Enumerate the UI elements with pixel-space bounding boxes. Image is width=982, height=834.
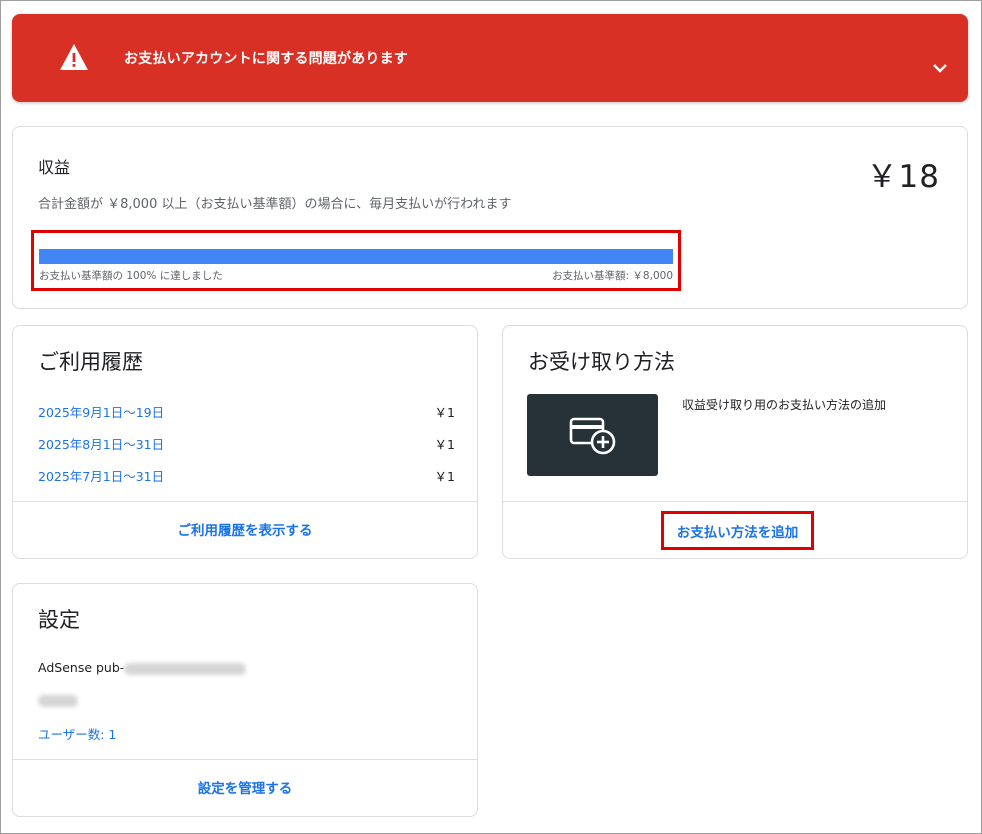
history-period-link[interactable]: 2025年9月1日〜19日 [38, 402, 164, 421]
card-divider [13, 759, 477, 760]
add-card-icon [569, 417, 615, 455]
usage-history-card: ご利用履歴 2025年9月1日〜19日 ￥1 2025年8月1日〜31日 ￥1 … [12, 325, 478, 559]
redacted-block [38, 694, 78, 707]
history-amount: ￥1 [434, 469, 455, 484]
manage-settings-link[interactable]: 設定を管理する [13, 777, 477, 797]
payment-method-card: お受け取り方法 収益受け取り用のお支払い方法の追加 お支払い方法を追加 [502, 325, 968, 559]
payment-account-alert[interactable]: お支払いアカウントに関する問題があります [12, 14, 968, 102]
history-period-link[interactable]: 2025年8月1日〜31日 [38, 434, 164, 453]
user-count-link[interactable]: ユーザー数: 1 [38, 727, 116, 742]
view-history-link[interactable]: ご利用履歴を表示する [13, 519, 477, 539]
card-divider [13, 501, 477, 502]
card-divider [503, 501, 967, 502]
publisher-id-prefix: AdSense pub- [38, 660, 125, 675]
progress-track [39, 249, 673, 264]
earnings-subtitle: 合計金額が ￥8,000 以上（お支払い基準額）の場合に、毎月支払いが行われます [38, 197, 512, 212]
chevron-down-icon[interactable] [930, 62, 950, 76]
add-payment-tile[interactable] [527, 394, 658, 476]
earnings-amount: ￥18 [866, 159, 940, 195]
progress-fill [39, 249, 673, 264]
user-count: ユーザー数: 1 [38, 724, 116, 743]
history-row: 2025年9月1日〜19日 ￥1 [38, 402, 455, 420]
history-row: 2025年7月1日〜31日 ￥1 [38, 466, 455, 484]
history-amount: ￥1 [434, 405, 455, 420]
settings-title: 設定 [38, 608, 80, 632]
earnings-title: 収益 [38, 158, 71, 177]
earnings-card: 収益 ￥18 合計金額が ￥8,000 以上（お支払い基準額）の場合に、毎月支払… [12, 126, 968, 309]
payment-description: 収益受け取り用のお支払い方法の追加 [682, 398, 887, 412]
history-title: ご利用履歴 [38, 350, 143, 374]
threshold-label: お支払い基準額: ￥8,000 [552, 270, 673, 282]
payment-title: お受け取り方法 [528, 350, 675, 374]
publisher-id: AdSense pub- [38, 660, 247, 675]
alert-message: お支払いアカウントに関する問題があります [124, 51, 408, 67]
redacted-publisher-id [124, 662, 247, 675]
history-amount: ￥1 [434, 437, 455, 452]
progress-status-label: お支払い基準額の 100% に達しました [39, 270, 223, 282]
redacted-account-name [38, 692, 78, 707]
history-period-link[interactable]: 2025年7月1日〜31日 [38, 466, 164, 485]
add-payment-method-button[interactable]: お支払い方法を追加 [661, 511, 814, 550]
warning-icon [60, 44, 88, 70]
history-row: 2025年8月1日〜31日 ￥1 [38, 434, 455, 452]
payment-threshold-progress: お支払い基準額の 100% に達しました お支払い基準額: ￥8,000 [31, 230, 681, 291]
settings-card: 設定 AdSense pub- ユーザー数: 1 設定を管理する [12, 583, 478, 817]
